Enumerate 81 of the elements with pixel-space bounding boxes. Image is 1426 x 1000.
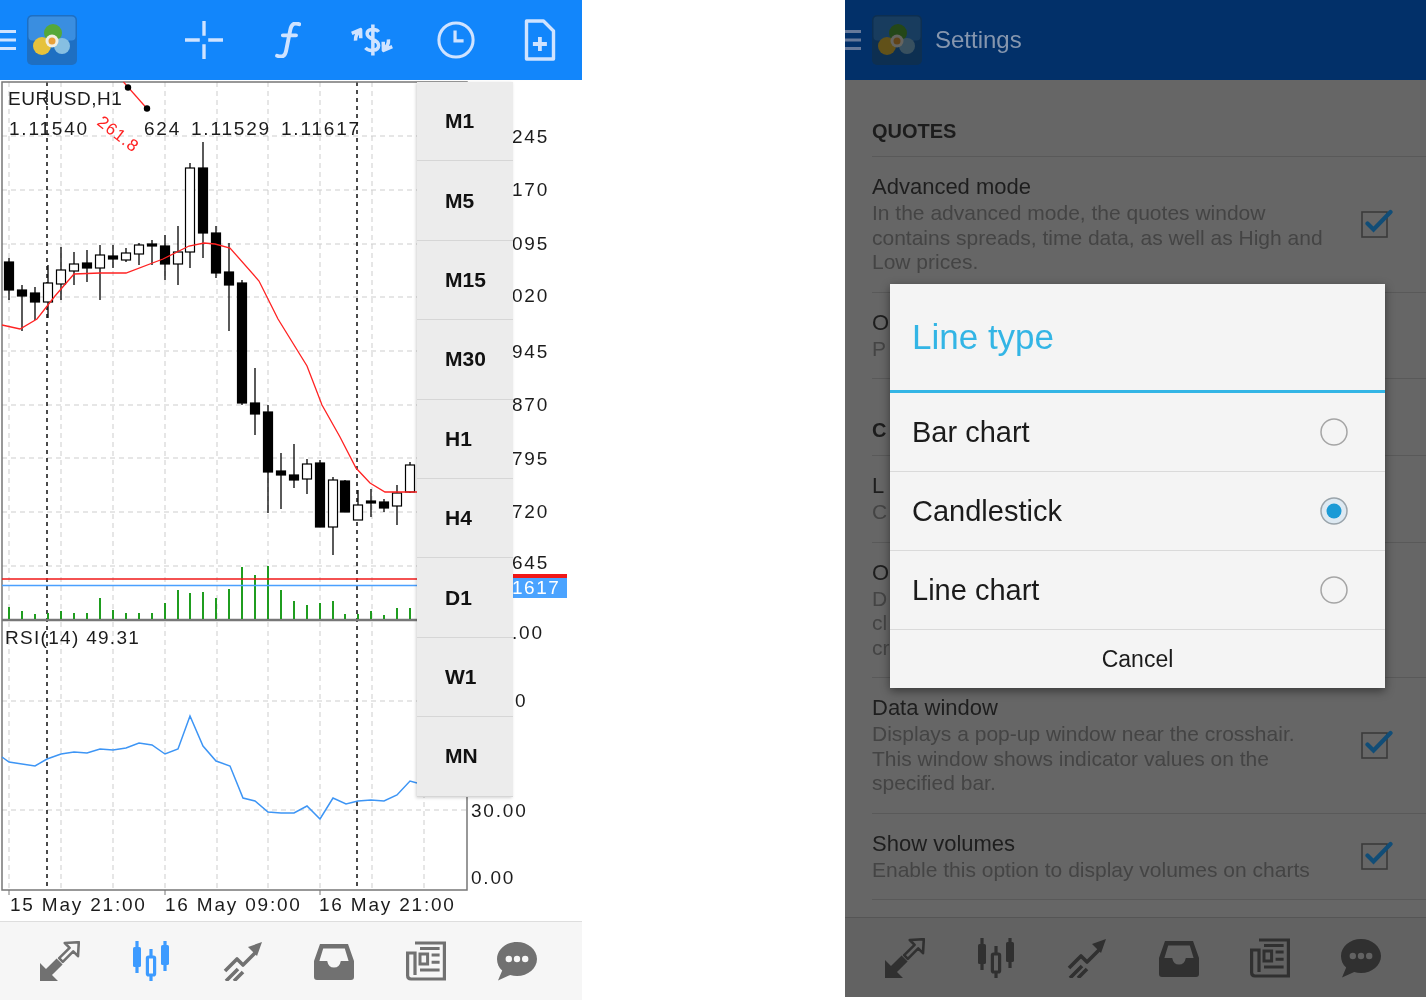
timeframe-item[interactable]: MN — [417, 717, 513, 797]
price-axis-label: 795 — [512, 449, 550, 469]
price-tag: 1617 — [512, 578, 567, 598]
chart-symbol: EURUSD,H1 — [8, 89, 123, 109]
price-axis-label: 945 — [512, 342, 550, 362]
timeframe-item[interactable]: D1 — [417, 558, 513, 638]
price-axis-label: 170 — [512, 180, 550, 200]
price-axis-label: 020 — [512, 286, 550, 306]
candlestick — [288, 443, 300, 489]
setting-title: Show volumes — [872, 829, 1016, 858]
radio-button-icon[interactable] — [1320, 576, 1348, 604]
anchor-point-icon[interactable] — [143, 105, 151, 112]
checkbox[interactable] — [1361, 729, 1393, 760]
timeframe-item[interactable]: H1 — [417, 399, 513, 479]
ohlc-price: 1.11529 — [191, 119, 271, 139]
function-icon[interactable] — [275, 22, 301, 58]
app-logo-icon[interactable] — [27, 15, 77, 65]
price-axis-label: 720 — [512, 502, 550, 522]
setting-title: O — [872, 558, 890, 587]
checkbox[interactable] — [1361, 208, 1393, 239]
crosshair-icon[interactable] — [185, 21, 223, 59]
indicator-axis-label: 30.00 — [471, 801, 528, 821]
menu-icon[interactable] — [845, 30, 861, 50]
timeframe-item[interactable]: M5 — [417, 161, 513, 241]
timeframe-item[interactable]: M1 — [417, 82, 513, 162]
timeframe-item[interactable]: M15 — [417, 240, 513, 321]
timeframe-item[interactable]: M30 — [417, 320, 513, 400]
ohlc-price: 1.11617 — [281, 119, 361, 139]
inbox-tray-icon[interactable] — [314, 941, 355, 981]
indicator-axis-label: 0.00 — [471, 868, 516, 888]
radio-button-icon[interactable] — [1320, 497, 1348, 525]
line-type-option[interactable]: Line chart — [890, 551, 1385, 630]
trend-arrow-icon[interactable] — [1067, 937, 1108, 978]
indicator-label: RSI(14) 49.31 — [5, 628, 141, 648]
indicator-axis-label: 0 — [515, 691, 528, 711]
setting-title: L — [872, 472, 885, 500]
section-heading: C — [872, 418, 887, 443]
candlestick — [3, 257, 15, 301]
menu-icon[interactable] — [0, 30, 16, 50]
new-document-icon[interactable] — [524, 19, 556, 61]
setting-title: Data window — [872, 694, 998, 722]
price-axis-label: 645 — [512, 553, 550, 573]
timeframe-item[interactable]: H4 — [417, 478, 513, 559]
time-axis-label: 15 May 21:00 — [10, 895, 147, 915]
fibonacci-line — [122, 81, 147, 109]
line-type-option[interactable]: Bar chart — [890, 393, 1385, 472]
newspaper-icon[interactable] — [405, 941, 446, 981]
chat-bubble-icon[interactable] — [496, 941, 537, 981]
checkbox[interactable] — [1361, 840, 1393, 871]
candlestick — [16, 284, 28, 332]
price-axis-label: 870 — [512, 395, 550, 415]
price-axis-label: 245 — [512, 127, 550, 147]
timeframe-item[interactable]: W1 — [417, 637, 513, 718]
anchor-point-icon[interactable] — [124, 84, 132, 91]
cancel-button[interactable]: Cancel — [1091, 641, 1184, 677]
candlestick — [352, 489, 364, 521]
screen-title: Settings — [935, 26, 1022, 54]
radio-button-icon[interactable] — [1320, 418, 1348, 446]
ohlc-price: 1.11540 — [9, 119, 89, 139]
trade-arrows-icon[interactable] — [40, 941, 80, 981]
currency-exchange-icon[interactable] — [350, 22, 394, 58]
price-tag — [512, 574, 567, 578]
time-axis-label: 16 May 09:00 — [165, 895, 302, 915]
clock-icon[interactable] — [437, 21, 475, 59]
candlestick-icon[interactable] — [131, 941, 172, 981]
candlestick — [404, 461, 416, 494]
price-axis-label: 095 — [512, 234, 550, 254]
candlestick-icon[interactable] — [976, 937, 1017, 978]
indicator-axis-label: .00 — [512, 623, 544, 643]
trade-arrows-icon[interactable] — [885, 937, 925, 978]
app-logo-icon[interactable] — [872, 15, 922, 65]
ohlc-price: 624 — [144, 119, 182, 139]
trend-arrow-icon[interactable] — [222, 941, 263, 981]
time-axis-label: 16 May 21:00 — [319, 895, 456, 915]
setting-title: O — [872, 308, 890, 337]
dialog-title: Line type — [912, 317, 1055, 357]
line-type-option[interactable]: Candlestick — [890, 472, 1385, 551]
section-heading: QUOTES — [872, 119, 957, 144]
chat-bubble-icon[interactable] — [1340, 937, 1381, 978]
newspaper-icon[interactable] — [1249, 937, 1290, 978]
setting-title: Advanced mode — [872, 173, 1031, 201]
